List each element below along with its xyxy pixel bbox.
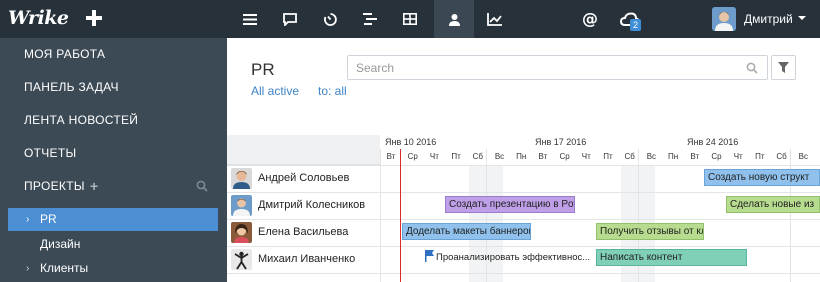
avatar <box>231 222 252 243</box>
row-divider <box>227 273 820 274</box>
nav-mentions-button[interactable]: @ <box>570 0 610 38</box>
assignee-name: Михаил Иванченко <box>258 253 356 265</box>
grid-line <box>380 149 381 282</box>
sidebar-item-my-work[interactable]: Моя работа <box>0 38 220 70</box>
task-bar[interactable]: Создать новую структ <box>704 169 820 186</box>
inbox-icon <box>283 13 297 26</box>
folder-item-design[interactable]: Дизайн <box>40 237 80 251</box>
avatar <box>231 195 252 216</box>
user-name[interactable]: Дмитрий <box>744 12 793 26</box>
assignee-row[interactable]: Елена Васильева <box>227 219 380 246</box>
day-label: Сб <box>776 152 787 161</box>
page-title: PR <box>251 60 275 79</box>
day-label: Ср <box>711 152 722 161</box>
add-project-icon[interactable]: + <box>90 178 98 194</box>
assignee-row[interactable]: Михаил Иванченко <box>227 246 380 273</box>
nav-people-button[interactable] <box>434 0 474 38</box>
gantt-chart: Янв 10 2016 Янв 17 2016 Янв 24 2016 Вт Ср… <box>227 135 820 282</box>
milestone-label[interactable]: Проанализировать эффективнос... <box>436 252 590 263</box>
day-label: Чт <box>581 152 591 161</box>
wrike-logo[interactable]: Wrike <box>8 7 69 29</box>
task-bar[interactable]: Написать контент <box>596 249 747 266</box>
today-line <box>400 149 401 282</box>
assignee-row[interactable]: Дмитрий Колесников <box>227 192 380 219</box>
top-bar: Wrike @ 2 Дмитрий <box>0 0 820 38</box>
main-panel: PR All active to: all Янв 10 2016 Янв 17… <box>227 38 820 282</box>
filter-button[interactable] <box>771 55 796 80</box>
folder-item-clients[interactable]: Клиенты <box>40 261 88 275</box>
nav-inbox-button[interactable] <box>270 0 310 38</box>
chevron-right-icon[interactable]: › <box>26 263 29 274</box>
day-label: Вс <box>646 152 657 161</box>
day-label: Пт <box>451 152 461 161</box>
nav-analytics-button[interactable] <box>474 0 514 38</box>
gantt-header-spacer <box>227 135 380 165</box>
day-label: Ср <box>407 152 418 161</box>
table-icon <box>403 13 417 25</box>
avatar <box>231 168 252 189</box>
filter-icon <box>778 62 789 73</box>
day-label: Пт <box>603 152 613 161</box>
list-icon <box>243 13 257 25</box>
add-icon[interactable] <box>85 9 103 27</box>
chevron-right-icon[interactable]: › <box>26 214 29 225</box>
day-label: Вт <box>538 152 548 161</box>
assignee-name: Елена Васильева <box>258 226 349 238</box>
day-label: Чт <box>733 152 743 161</box>
avatar <box>231 249 252 270</box>
timer-icon <box>323 12 337 26</box>
assignee-name: Дмитрий Колесников <box>258 199 366 211</box>
folder-item-pr[interactable]: PR <box>40 212 57 226</box>
nav-table-button[interactable] <box>390 0 430 38</box>
day-label: Вс <box>494 152 505 161</box>
chart-icon <box>486 12 502 26</box>
task-bar[interactable]: Получить отзывы от клиентов <box>596 223 704 240</box>
sidebar-item-projects[interactable]: Проекты <box>0 170 220 202</box>
user-photo-icon <box>712 7 736 31</box>
search-icon[interactable] <box>746 62 758 74</box>
sidebar-item-news-feed[interactable]: Лента новостей <box>0 104 220 136</box>
nav-menu-button[interactable] <box>230 0 270 38</box>
day-label: Сб <box>472 152 483 161</box>
sidebar-item-dashboard[interactable]: Панель задач <box>0 71 220 103</box>
search-icon[interactable] <box>196 180 208 192</box>
week-label: Янв 17 2016 <box>535 137 587 147</box>
assignee-row[interactable]: Андрей Соловьев <box>227 165 380 192</box>
sidebar-item-reports[interactable]: Отчеты <box>0 137 220 169</box>
week-label: Янв 24 2016 <box>687 137 739 147</box>
nav-timer-button[interactable] <box>310 0 350 38</box>
task-bar[interactable]: Доделать макеты баннеров <box>402 223 531 240</box>
user-menu-caret-icon[interactable] <box>798 16 806 20</box>
status-filter-link[interactable]: All active <box>251 84 299 98</box>
week-label: Янв 10 2016 <box>385 137 437 147</box>
day-label: Вс <box>798 152 808 161</box>
day-label: Пт <box>755 152 765 161</box>
timeline-icon <box>363 13 377 25</box>
sidebar: Моя работа Панель задач Лента новостей О… <box>0 38 220 282</box>
day-label: Чт <box>429 152 439 161</box>
nav-timeline-button[interactable] <box>350 0 390 38</box>
at-icon: @ <box>582 11 598 27</box>
day-label: Пн <box>668 152 679 161</box>
assignee-filter-link[interactable]: to: all <box>318 84 347 98</box>
assignee-name: Андрей Соловьев <box>258 172 350 184</box>
day-label: Пн <box>516 152 527 161</box>
task-bar[interactable]: Создать презентацию в Powerpoint <box>445 196 575 213</box>
day-label: Вт <box>690 152 700 161</box>
svg-text:@: @ <box>582 11 598 27</box>
milestone-flag-icon[interactable] <box>425 250 434 262</box>
notification-badge: 2 <box>630 19 642 31</box>
search-box <box>347 55 768 80</box>
day-label: Ср <box>559 152 570 161</box>
user-icon <box>448 13 460 26</box>
day-label: Вт <box>386 152 396 161</box>
search-input[interactable] <box>356 61 736 75</box>
user-avatar[interactable] <box>712 7 736 31</box>
task-bar[interactable]: Сделать новые из <box>726 196 820 213</box>
day-label: Сб <box>624 152 635 161</box>
